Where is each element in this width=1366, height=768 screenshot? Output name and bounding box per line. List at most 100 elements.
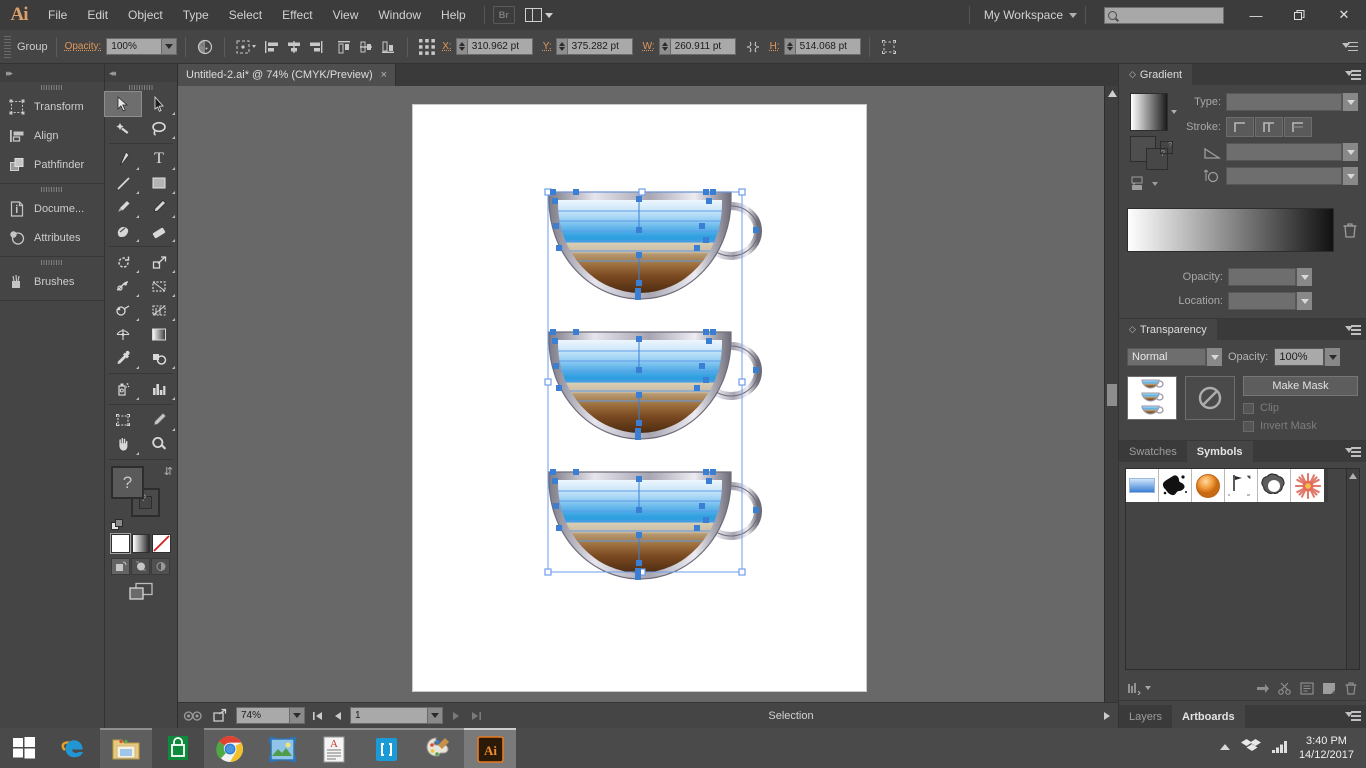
control-bar-grip[interactable] [4, 35, 11, 58]
artboard-tool[interactable] [105, 408, 141, 432]
x-input[interactable]: 310.962 pt [466, 38, 533, 55]
menu-file[interactable]: File [38, 0, 77, 30]
opacity-dropdown-icon[interactable] [162, 38, 178, 55]
selection-tool[interactable] [104, 91, 142, 117]
status-menu-icon[interactable] [1099, 707, 1114, 725]
menu-object[interactable]: Object [118, 0, 173, 30]
move-icon[interactable] [1253, 679, 1272, 697]
coffee-cup-3[interactable] [548, 471, 762, 580]
reverse-chevron-icon[interactable] [1152, 182, 1158, 186]
tools-grip[interactable] [105, 82, 177, 92]
artboard-navigation[interactable]: 1 [350, 707, 443, 724]
draw-inside-button[interactable] [151, 558, 170, 575]
align-center-horizontal-icon[interactable] [283, 36, 305, 58]
gradient-tool[interactable] [141, 322, 177, 346]
transform-reference-point-icon[interactable] [416, 36, 438, 58]
sort-icon[interactable] [1125, 679, 1144, 697]
symbol-sprayer-tool[interactable] [105, 377, 141, 401]
artboard-dropdown-icon[interactable] [428, 707, 443, 724]
symbols-scroll-up-icon[interactable] [1347, 469, 1359, 482]
tab-gradient[interactable]: ◇ Gradient [1119, 64, 1193, 85]
gradient-location-input[interactable] [1228, 292, 1296, 310]
align-left-icon[interactable] [261, 36, 283, 58]
gradient-angle-input[interactable] [1226, 143, 1342, 161]
invert-mask-checkbox[interactable] [1243, 420, 1254, 432]
sidebar-item-align[interactable]: Align [0, 121, 104, 150]
first-artboard-icon[interactable] [310, 707, 325, 725]
y-field-group[interactable]: 375.282 pt [555, 38, 633, 55]
align-to-selection-icon[interactable] [233, 36, 261, 58]
arrange-documents-button[interactable] [524, 8, 553, 22]
symbol-blue-gradient[interactable] [1126, 469, 1159, 502]
taskbar-photos[interactable] [256, 728, 308, 768]
zoom-dropdown-icon[interactable] [290, 707, 305, 724]
h-field-group[interactable]: 514.068 pt [783, 38, 861, 55]
direct-selection-tool[interactable] [141, 92, 177, 116]
blend-tool[interactable] [141, 346, 177, 370]
tab-transparency[interactable]: ◇ Transparency [1119, 319, 1217, 340]
next-artboard-icon[interactable] [448, 707, 463, 725]
gradient-aspect-input[interactable] [1226, 167, 1342, 185]
gradient-swatch-button[interactable] [131, 534, 151, 553]
gradient-location-chevron-icon[interactable] [1296, 292, 1312, 310]
sidebar-item-attributes[interactable]: Attributes [0, 223, 104, 252]
previous-artboard-icon[interactable] [330, 707, 345, 725]
artboard-number-input[interactable]: 1 [350, 707, 428, 724]
menu-help[interactable]: Help [431, 0, 476, 30]
menu-select[interactable]: Select [219, 0, 272, 30]
free-transform-tool[interactable] [141, 274, 177, 298]
mesh-tool[interactable] [105, 322, 141, 346]
symbol-orange-sphere[interactable] [1192, 469, 1225, 502]
clip-checkbox[interactable] [1243, 402, 1254, 414]
transparency-opacity-chevron-icon[interactable] [1324, 348, 1341, 366]
paintbrush-tool[interactable] [105, 195, 141, 219]
menu-view[interactable]: View [323, 0, 369, 30]
taskbar-chrome[interactable] [204, 728, 256, 768]
eyedropper-tool[interactable] [105, 346, 141, 370]
default-fill-stroke-icon[interactable] [111, 519, 124, 532]
h-input[interactable]: 514.068 pt [794, 38, 861, 55]
workspace-chevron-icon[interactable] [1069, 12, 1077, 18]
workspace-switcher[interactable]: My Workspace [978, 8, 1069, 22]
change-screen-mode-button[interactable] [105, 575, 177, 602]
bridge-icon[interactable]: Br [492, 6, 515, 24]
restore-button[interactable] [1278, 1, 1322, 29]
constrain-proportions-icon[interactable] [742, 36, 764, 58]
gradient-aspect-chevron-icon[interactable] [1342, 167, 1358, 185]
new-artboard-icon[interactable] [1319, 679, 1338, 697]
control-bar-menu-button[interactable] [1342, 41, 1366, 53]
taskbar-file-explorer[interactable] [100, 728, 152, 768]
align-right-icon[interactable] [305, 36, 327, 58]
lasso-tool[interactable] [141, 116, 177, 140]
zoom-tool[interactable] [141, 432, 177, 456]
type-tool[interactable]: T [141, 147, 177, 171]
canvas-area[interactable] [178, 86, 1118, 728]
align-top-icon[interactable] [333, 36, 355, 58]
width-tool[interactable] [105, 274, 141, 298]
shape-builder-tool[interactable] [105, 298, 141, 322]
scroll-up-icon[interactable] [1105, 86, 1119, 100]
align-bottom-icon[interactable] [377, 36, 399, 58]
gradient-type-select[interactable] [1226, 93, 1342, 111]
symbols-scrollbar[interactable] [1346, 469, 1359, 669]
search-input[interactable] [1104, 6, 1224, 24]
tab-swatches[interactable]: Swatches [1119, 441, 1187, 462]
artboard[interactable] [413, 105, 866, 691]
gradient-slider[interactable] [1127, 208, 1334, 252]
pencil-tool[interactable] [141, 195, 177, 219]
transform-panel-icon[interactable] [878, 36, 900, 58]
transparency-mask-thumbnail[interactable] [1185, 376, 1235, 420]
symbol-ink-splat[interactable] [1159, 469, 1192, 502]
make-mask-button[interactable]: Make Mask [1243, 376, 1358, 396]
symbol-gear-ring[interactable] [1258, 469, 1291, 502]
dock-group-grip[interactable] [0, 82, 104, 92]
y-stepper[interactable] [555, 38, 567, 55]
color-swatch-button[interactable] [110, 533, 131, 554]
vertical-scroll-thumb[interactable] [1107, 384, 1117, 406]
w-stepper[interactable] [658, 38, 670, 55]
h-stepper[interactable] [783, 38, 795, 55]
sidebar-item-transform[interactable]: Transform [0, 92, 104, 121]
blend-mode-chevron-icon[interactable] [1206, 348, 1222, 366]
reverse-gradient-icon[interactable] [1130, 176, 1150, 192]
blob-brush-tool[interactable] [105, 219, 141, 243]
